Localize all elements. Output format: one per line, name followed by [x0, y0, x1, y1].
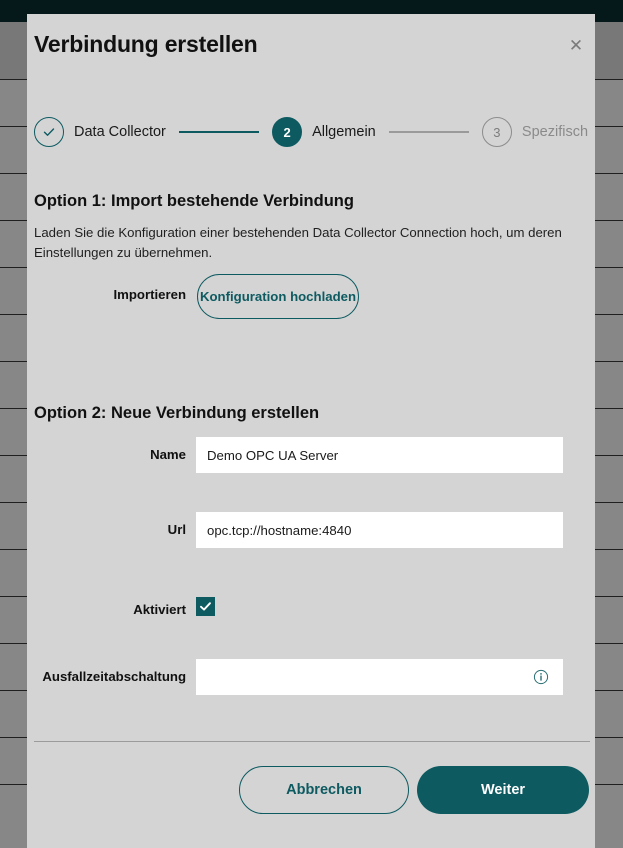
footer-divider [34, 741, 590, 742]
stepper-step-data-collector[interactable]: Data Collector [34, 117, 166, 147]
stepper-step-allgemein[interactable]: 2 Allgemein [272, 117, 376, 147]
option2-title: Option 2: Neue Verbindung erstellen [34, 404, 320, 422]
upload-configuration-button[interactable]: Konfiguration hochladen [197, 274, 359, 319]
name-label: Name [150, 447, 186, 462]
checkmark-icon [200, 602, 211, 611]
option1-description: Laden Sie die Konfiguration einer besteh… [34, 225, 562, 260]
step-1-label: Data Collector [74, 124, 166, 140]
option1-title: Option 1: Import bestehende Verbindung [34, 192, 354, 210]
aktiviert-label: Aktiviert [133, 602, 186, 617]
next-button[interactable]: Weiter [417, 766, 589, 814]
step-2-number: 2 [272, 117, 303, 147]
info-icon[interactable] [533, 669, 549, 685]
step-3-number: 3 [481, 117, 512, 147]
name-input[interactable] [196, 437, 563, 473]
step-2-label: Allgemein [312, 124, 376, 140]
wizard-stepper: Data Collector 2 Allgemein 3 Spezifisch [34, 114, 588, 150]
step-3-label: Spezifisch [521, 124, 589, 140]
url-input[interactable] [196, 512, 563, 548]
cancel-button[interactable]: Abbrechen [239, 766, 409, 814]
ausfallzeitabschaltung-input[interactable] [196, 659, 563, 695]
stepper-connector-1 [178, 131, 260, 133]
step-1-check-icon [34, 117, 64, 147]
import-row: Importieren Konfiguration hochladen [27, 274, 595, 319]
close-icon[interactable]: ✕ [562, 31, 590, 59]
stepper-connector-2 [388, 131, 469, 133]
stepper-step-spezifisch[interactable]: 3 Spezifisch [481, 117, 589, 147]
url-label: Url [167, 522, 186, 537]
dialog-title: Verbindung erstellen [34, 31, 258, 57]
ausfallzeitabschaltung-label: Ausfallzeitabschaltung [42, 669, 186, 684]
import-label: Importieren [113, 287, 186, 302]
aktiviert-checkbox[interactable] [196, 597, 215, 616]
create-connection-dialog: Verbindung erstellen ✕ Data Collector 2 … [27, 14, 595, 848]
